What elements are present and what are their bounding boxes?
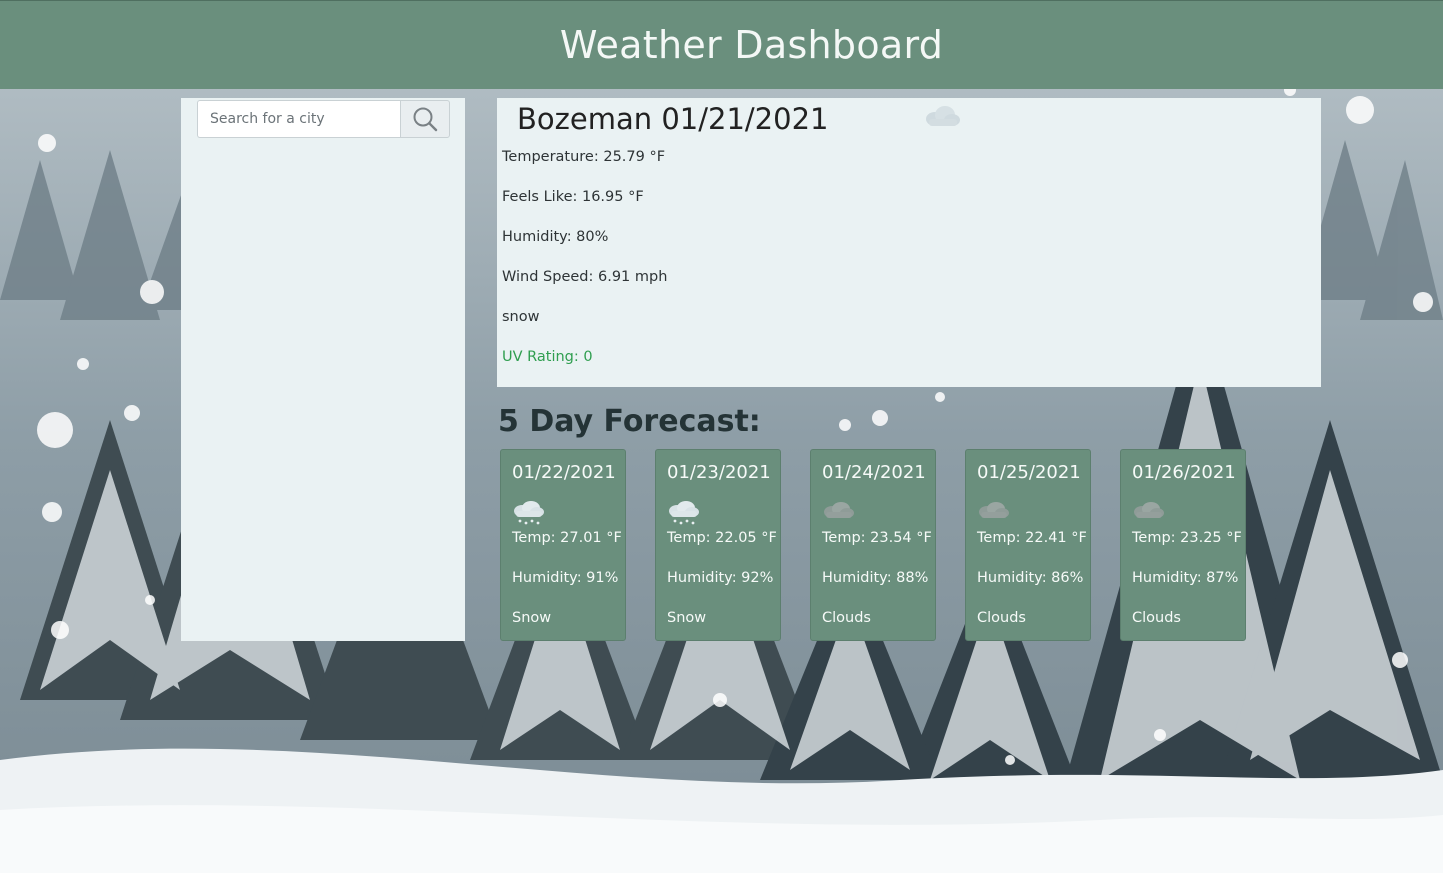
- current-wind-speed: Wind Speed: 6.91 mph: [502, 269, 668, 285]
- forecast-card: 01/25/2021 Temp: 22.41 °F Humidity: 86% …: [965, 449, 1091, 641]
- forecast-condition: Clouds: [822, 610, 871, 626]
- current-humidity: Humidity: 80%: [502, 229, 609, 245]
- current-uv-rating: UV Rating: 0: [502, 349, 593, 365]
- forecast-humidity: Humidity: 86%: [977, 570, 1084, 586]
- forecast-date: 01/23/2021: [667, 462, 771, 483]
- search-icon: [413, 107, 438, 132]
- forecast-condition: Clouds: [977, 610, 1026, 626]
- forecast-condition: Snow: [512, 610, 552, 626]
- forecast-humidity: Humidity: 87%: [1132, 570, 1239, 586]
- snow-icon: [669, 501, 699, 525]
- forecast-temp: Temp: 27.01 °F: [512, 530, 622, 546]
- city-date-heading: Bozeman 01/21/2021: [517, 102, 829, 136]
- forecast-temp: Temp: 23.25 °F: [1132, 530, 1242, 546]
- search-sidebar: [181, 98, 465, 641]
- snow-cloud-icon: [926, 106, 960, 126]
- forecast-heading: 5 Day Forecast:: [498, 404, 761, 439]
- search-form: [197, 100, 450, 138]
- current-description: snow: [502, 309, 540, 325]
- forecast-condition: Clouds: [1132, 610, 1181, 626]
- forecast-card: 01/22/2021 Temp: 27.01 °F Humidity: 91% …: [500, 449, 626, 641]
- forecast-card: 01/23/2021 Temp: 22.05 °F Humidity: 92% …: [655, 449, 781, 641]
- forecast-temp: Temp: 22.41 °F: [977, 530, 1087, 546]
- clouds-icon: [979, 502, 1009, 518]
- forecast-humidity: Humidity: 88%: [822, 570, 929, 586]
- forecast-date: 01/25/2021: [977, 462, 1081, 483]
- page-title: Weather Dashboard: [559, 23, 944, 67]
- forecast-date: 01/22/2021: [512, 462, 616, 483]
- current-weather-panel: Bozeman 01/21/2021 Temperature: 25.79 °F…: [497, 98, 1321, 387]
- forecast-humidity: Humidity: 92%: [667, 570, 774, 586]
- app-header: Weather Dashboard: [0, 0, 1443, 89]
- clouds-icon: [824, 502, 854, 518]
- snow-icon: [514, 501, 544, 525]
- current-temperature: Temperature: 25.79 °F: [502, 149, 666, 165]
- forecast-condition: Snow: [667, 610, 707, 626]
- current-feels-like: Feels Like: 16.95 °F: [502, 189, 644, 205]
- forecast-humidity: Humidity: 91%: [512, 570, 619, 586]
- forecast-date: 01/26/2021: [1132, 462, 1236, 483]
- forecast-temp: Temp: 22.05 °F: [667, 530, 777, 546]
- forecast-card: 01/26/2021 Temp: 23.25 °F Humidity: 87% …: [1120, 449, 1246, 641]
- forecast-temp: Temp: 23.54 °F: [822, 530, 932, 546]
- forecast-card: 01/24/2021 Temp: 23.54 °F Humidity: 88% …: [810, 449, 936, 641]
- forecast-date: 01/24/2021: [822, 462, 926, 483]
- search-button[interactable]: [400, 100, 450, 138]
- search-input[interactable]: [197, 100, 400, 138]
- clouds-icon: [1134, 502, 1164, 518]
